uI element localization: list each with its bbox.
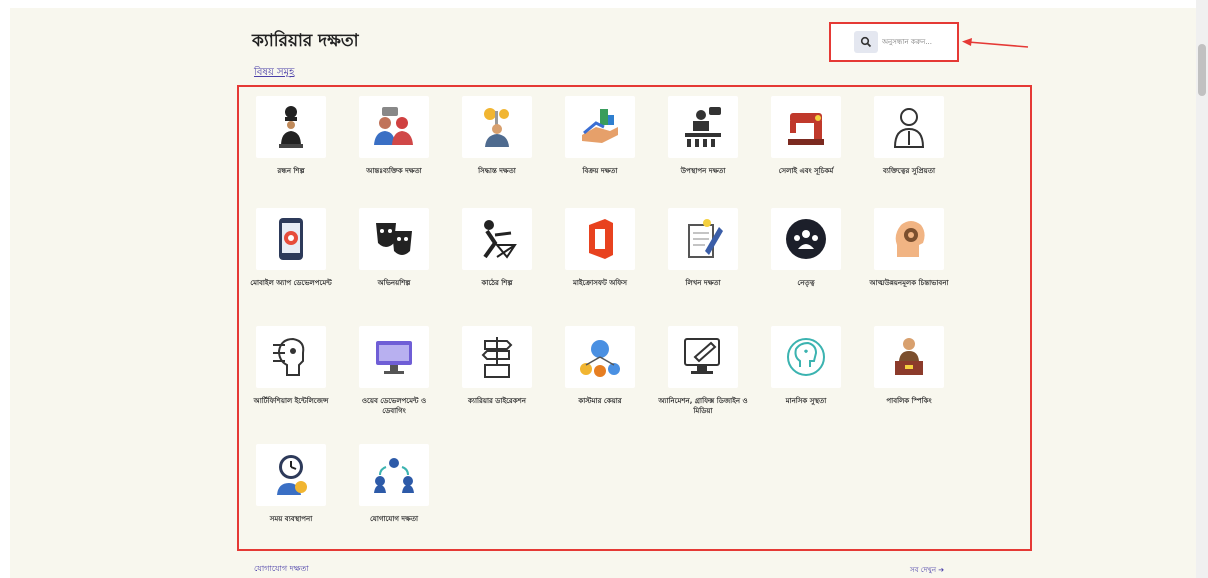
skill-card[interactable]: ব্যক্তিত্বের সুপ্রিয়তা xyxy=(864,96,954,176)
skill-label: উপস্থাপন দক্ষতা xyxy=(680,167,726,175)
communication-icon xyxy=(359,444,429,506)
skill-label: কাস্টমার কেয়ার xyxy=(578,397,622,405)
scrollbar-thumb[interactable] xyxy=(1198,44,1206,96)
skill-card[interactable]: ক্যারিয়ার ডাইরেকশন xyxy=(452,326,542,406)
presentation-icon xyxy=(668,96,738,158)
skill-card[interactable]: আন্তঃব্যক্তিক দক্ষতা xyxy=(349,96,439,176)
mind-icon xyxy=(874,208,944,270)
skill-card[interactable]: সিদ্ধান্ত দক্ষতা xyxy=(452,96,542,176)
skill-label: যোগাযোগ দক্ষতা xyxy=(369,515,419,523)
sewing-machine-icon xyxy=(771,96,841,158)
skill-label: রন্ধন শিল্প xyxy=(277,167,305,175)
skill-card[interactable]: উপস্থাপন দক্ষতা xyxy=(658,96,748,176)
skill-label: বিক্রয় দক্ষতা xyxy=(582,167,618,175)
time-management-icon xyxy=(256,444,326,506)
skill-label: ব্যক্তিত্বের সুপ্রিয়তা xyxy=(882,167,936,175)
skill-card[interactable]: অভিনয়শিল্প xyxy=(349,208,439,288)
skill-label: মানসিক সুস্থতা xyxy=(785,397,827,405)
skill-label: সেলাই এবং সূচিকর্ম xyxy=(778,167,834,175)
skill-label: আত্মউন্নয়নমূলক চিন্তাভাবনা xyxy=(869,279,949,287)
skill-label: অ্যানিমেশন, গ্রাফিক্স ডিজাইন ও মিডিয়া xyxy=(658,397,748,415)
skill-label: সিদ্ধান্ত দক্ষতা xyxy=(478,167,516,175)
skill-label: নেতৃত্ব xyxy=(797,279,815,287)
skill-card[interactable]: বিক্রয় দক্ষতা xyxy=(555,96,645,176)
mobile-app-icon xyxy=(256,208,326,270)
scrollbar[interactable] xyxy=(1196,0,1208,578)
graphic-design-icon xyxy=(668,326,738,388)
skill-label: মাইক্রোসফট অফিস xyxy=(572,279,628,287)
see-more-link[interactable]: সব দেখুন ➔ xyxy=(910,564,944,576)
sales-icon xyxy=(565,96,635,158)
search-icon xyxy=(860,36,872,48)
skill-card[interactable]: যোগাযোগ দক্ষতা xyxy=(349,444,439,524)
skill-card[interactable]: মানসিক সুস্থতা xyxy=(761,326,851,406)
decision-icon xyxy=(462,96,532,158)
skill-card[interactable]: আর্টিফিশিয়াল ইন্টেলিজেন্স xyxy=(246,326,336,406)
ai-icon xyxy=(256,326,326,388)
search-input[interactable] xyxy=(882,31,948,53)
mental-health-icon xyxy=(771,326,841,388)
page-title: ক্যারিয়ার দক্ষতা xyxy=(252,31,359,51)
public-speaking-icon xyxy=(874,326,944,388)
skill-card[interactable]: রন্ধন শিল্প xyxy=(246,96,336,176)
woodwork-icon xyxy=(462,208,532,270)
annotation-arrow-icon xyxy=(962,38,1029,48)
bottom-section-link[interactable]: যোগাযোগ দক্ষতা xyxy=(254,563,309,576)
search-button[interactable] xyxy=(854,31,878,53)
skill-card[interactable]: মাইক্রোসফট অফিস xyxy=(555,208,645,288)
skill-label: মোবাইল অ্যাপ ডেভেলপমেন্ট xyxy=(250,279,332,287)
web-dev-icon xyxy=(359,326,429,388)
career-direction-icon xyxy=(462,326,532,388)
skill-label: সময় ব্যবস্থাপনা xyxy=(269,515,313,523)
skill-label: ওয়েব ডেভেলপমেন্ট ও ডেবাগিং xyxy=(361,397,427,415)
skill-label: লিখন দক্ষতা xyxy=(685,279,721,287)
skill-card[interactable]: আত্মউন্নয়নমূলক চিন্তাভাবনা xyxy=(864,208,954,288)
skill-card[interactable]: সেলাই এবং সূচিকর্ম xyxy=(761,96,851,176)
skill-label: অভিনয়শিল্প xyxy=(377,279,411,287)
interpersonal-icon xyxy=(359,96,429,158)
skill-card[interactable]: মোবাইল অ্যাপ ডেভেলপমেন্ট xyxy=(246,208,336,288)
network-icon xyxy=(565,326,635,388)
skill-card[interactable]: লিখন দক্ষতা xyxy=(658,208,748,288)
chef-icon xyxy=(256,96,326,158)
skill-card[interactable]: ওয়েব ডেভেলপমেন্ট ও ডেবাগিং xyxy=(349,326,439,416)
skill-label: কাঠের শিল্প xyxy=(481,279,513,287)
skill-label: ক্যারিয়ার ডাইরেকশন xyxy=(468,397,526,405)
writing-icon xyxy=(668,208,738,270)
skill-card[interactable]: নেতৃত্ব xyxy=(761,208,851,288)
skill-card[interactable]: পাবলিক স্পিকিং xyxy=(864,326,954,406)
theater-masks-icon xyxy=(359,208,429,270)
office-icon xyxy=(565,208,635,270)
skill-label: আন্তঃব্যক্তিক দক্ষতা xyxy=(366,167,422,175)
skill-card[interactable]: সময় ব্যবস্থাপনা xyxy=(246,444,336,524)
skill-label: পাবলিক স্পিকিং xyxy=(886,397,932,405)
person-icon xyxy=(874,96,944,158)
leadership-icon xyxy=(771,208,841,270)
subjects-link[interactable]: বিষয় সমূহ xyxy=(254,65,294,82)
skill-card[interactable]: কাস্টমার কেয়ার xyxy=(555,326,645,406)
skill-label: আর্টিফিশিয়াল ইন্টেলিজেন্স xyxy=(253,397,329,405)
skill-card[interactable]: অ্যানিমেশন, গ্রাফিক্স ডিজাইন ও মিডিয়া xyxy=(658,326,748,416)
skill-card[interactable]: কাঠের শিল্প xyxy=(452,208,542,288)
